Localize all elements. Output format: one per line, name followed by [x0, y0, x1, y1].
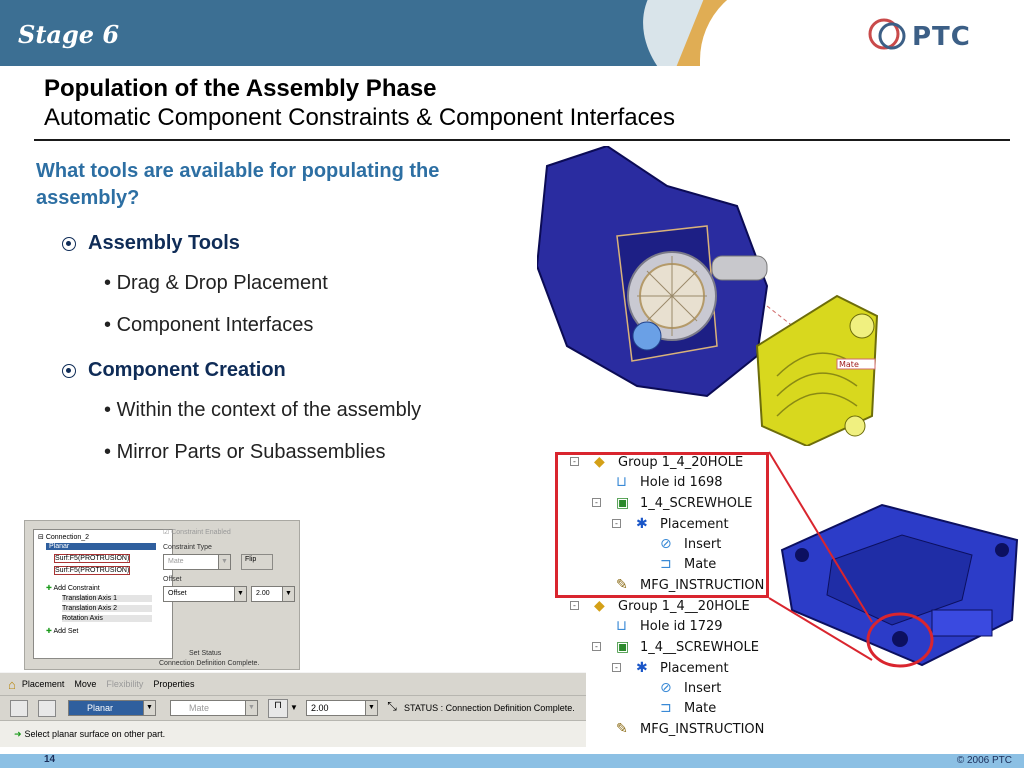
tree-row-label: Insert — [684, 680, 722, 696]
set-status-value: Connection Definition Complete. — [159, 660, 260, 667]
chevron-down-icon: ▼ — [365, 701, 377, 715]
plus-icon: ✚ — [46, 628, 52, 635]
list-item: Within the context of the assembly — [104, 399, 422, 422]
list-item: Drag & Drop Placement — [104, 272, 328, 295]
chevron-down-icon: ▼ — [234, 587, 246, 601]
message-bar: ➜ Select planar surface on other part. — [0, 721, 586, 747]
section-heading-label: Component Creation — [88, 359, 286, 381]
page-subtitle: Automatic Component Constraints & Compon… — [44, 104, 675, 131]
dashboard-controls: Planar ▼ Mate ▼ ⊓ ▼ 2.00 ▼ ⤡ STATUS : Conne… — [0, 695, 586, 721]
tree-row[interactable]: ⊘ Insert — [660, 678, 721, 698]
highlight-box — [555, 452, 769, 598]
tree-item[interactable]: Translation Axis 2 — [62, 605, 152, 612]
surface-ref-2[interactable]: Surf:F5(PROTRUSION) — [54, 566, 131, 575]
page-number: 14 — [44, 754, 56, 765]
hole-icon: ⊔ — [616, 618, 627, 634]
collapse-toggle-icon[interactable]: - — [592, 642, 601, 651]
constraint-type-select[interactable]: Mate ▼ — [163, 554, 231, 570]
offset-type-select[interactable]: Offset ▼ — [163, 586, 247, 602]
tree-row[interactable]: ⊐ Mate — [660, 698, 716, 718]
stage-title: Stage 6 — [18, 20, 120, 49]
placement-icon: ✱ — [636, 660, 648, 676]
constraint-enabled-checkbox[interactable]: ☑ Constraint Enabled — [163, 528, 231, 536]
add-constraint-button[interactable]: ✚ Add Constraint — [46, 584, 100, 592]
blue-part-image — [780, 503, 1019, 668]
window-icon[interactable] — [10, 700, 28, 717]
question-text: What tools are available for populating … — [36, 160, 440, 209]
insert-icon: ⊘ — [660, 680, 672, 696]
chevron-down-icon[interactable]: ▼ — [290, 703, 298, 712]
tree-row-label: Group 1_4__20HOLE — [618, 598, 750, 614]
tree-row-label: 1_4__SCREWHOLE — [640, 639, 759, 655]
copyright-text: © 2006 PTC — [956, 755, 1012, 766]
gearbox-assembly-image: Mate — [537, 146, 879, 446]
title-divider — [34, 139, 1010, 141]
tree-row[interactable]: ⊔ Hole id 1729 — [616, 616, 723, 636]
cad-mate-label: Mate — [839, 360, 859, 369]
plus-icon: ✚ — [46, 585, 52, 592]
constraint-type-label: Constraint Type — [163, 544, 212, 551]
collapse-toggle-icon[interactable]: - — [612, 663, 621, 672]
tree-row[interactable]: - ✱ Placement — [612, 658, 729, 678]
page-title: Population of the Assembly Phase — [44, 75, 437, 102]
tab-properties[interactable]: Properties — [153, 679, 194, 689]
assembly-icon: ⌂ — [8, 676, 16, 692]
arrow-right-icon: ➜ — [14, 728, 22, 739]
tree-row-label: Placement — [660, 660, 729, 676]
status-text: STATUS : Connection Definition Complete. — [404, 703, 575, 713]
tree-row-label: MFG_INSTRUCTION — [640, 721, 765, 737]
note-icon: ✎ — [616, 721, 628, 737]
component-icon: ▣ — [616, 639, 630, 655]
list-item: Component Interfaces — [104, 314, 314, 337]
tab-move[interactable]: Move — [74, 679, 96, 689]
section-heading-label: Assembly Tools — [88, 232, 240, 254]
circle-bullet-icon — [62, 363, 76, 378]
list-item: Mirror Parts or Subassemblies — [104, 441, 386, 464]
dashboard-tabs: ⌂ Placement Move Flexibility Properties — [0, 673, 586, 695]
ptc-logo-text: PTC — [912, 22, 971, 52]
connection-tree: ⊟ Connection_2 Planar Surf:F5(PROTRUSION… — [33, 529, 173, 659]
collapse-toggle-icon[interactable]: - — [570, 601, 579, 610]
circle-bullet-icon — [62, 236, 76, 251]
offset-label: Offset — [163, 576, 182, 583]
constraint-dialog: ⊟ Connection_2 Planar Surf:F5(PROTRUSION… — [24, 520, 300, 670]
chevron-down-icon: ▼ — [143, 701, 155, 715]
tree-row[interactable]: - ◆ Group 1_4__20HOLE — [570, 596, 750, 616]
tab-flexibility[interactable]: Flexibility — [106, 679, 143, 689]
tab-placement[interactable]: Placement — [22, 679, 65, 689]
offset-value-input[interactable]: 2.00 ▼ — [306, 700, 378, 716]
chevron-down-icon: ▼ — [218, 555, 230, 569]
section-heading-assembly-tools: Assembly Tools — [62, 232, 240, 255]
copy-icon[interactable] — [38, 700, 56, 717]
tree-row[interactable]: - ▣ 1_4__SCREWHOLE — [592, 637, 759, 657]
group-icon: ◆ — [594, 598, 605, 614]
tree-row[interactable]: ✎ MFG_INSTRUCTION — [616, 719, 764, 739]
header-banner: Stage 6 PTC — [0, 0, 1024, 66]
placement-dashboard: ⌂ Placement Move Flexibility Properties … — [0, 672, 586, 747]
message-text: Select planar surface on other part. — [24, 729, 166, 739]
flip-arrows-icon[interactable]: ⤡ — [382, 699, 402, 718]
tree-item[interactable]: Rotation Axis — [62, 615, 152, 622]
surface-ref-1[interactable]: Surf:F5(PROTRUSION) — [54, 554, 131, 563]
mate-icon: ⊐ — [660, 700, 672, 716]
tree-item[interactable]: ⊟ Connection_2 — [38, 533, 89, 541]
set-status-label: Set Status — [189, 650, 222, 657]
add-set-button[interactable]: ✚ Add Set — [46, 627, 78, 635]
tree-row-label: Hole id 1729 — [640, 618, 723, 634]
chevron-down-icon: ▼ — [282, 587, 294, 601]
flip-button[interactable]: Flip — [241, 554, 273, 570]
chevron-down-icon: ▼ — [245, 701, 257, 715]
section-heading-component-creation: Component Creation — [62, 359, 286, 382]
tree-item[interactable]: Translation Axis 1 — [62, 595, 152, 602]
tree-row-label: Mate — [684, 700, 717, 716]
tree-item-selected[interactable]: Planar — [46, 543, 156, 550]
constraint-select[interactable]: Mate ▼ — [170, 700, 258, 716]
offset-value-input[interactable]: 2.00 ▼ — [251, 586, 295, 602]
offset-type-icon[interactable]: ⊓ — [268, 699, 288, 718]
footer-bar: 14 © 2006 PTC — [0, 754, 1024, 768]
connection-type-select[interactable]: Planar ▼ — [68, 700, 156, 716]
